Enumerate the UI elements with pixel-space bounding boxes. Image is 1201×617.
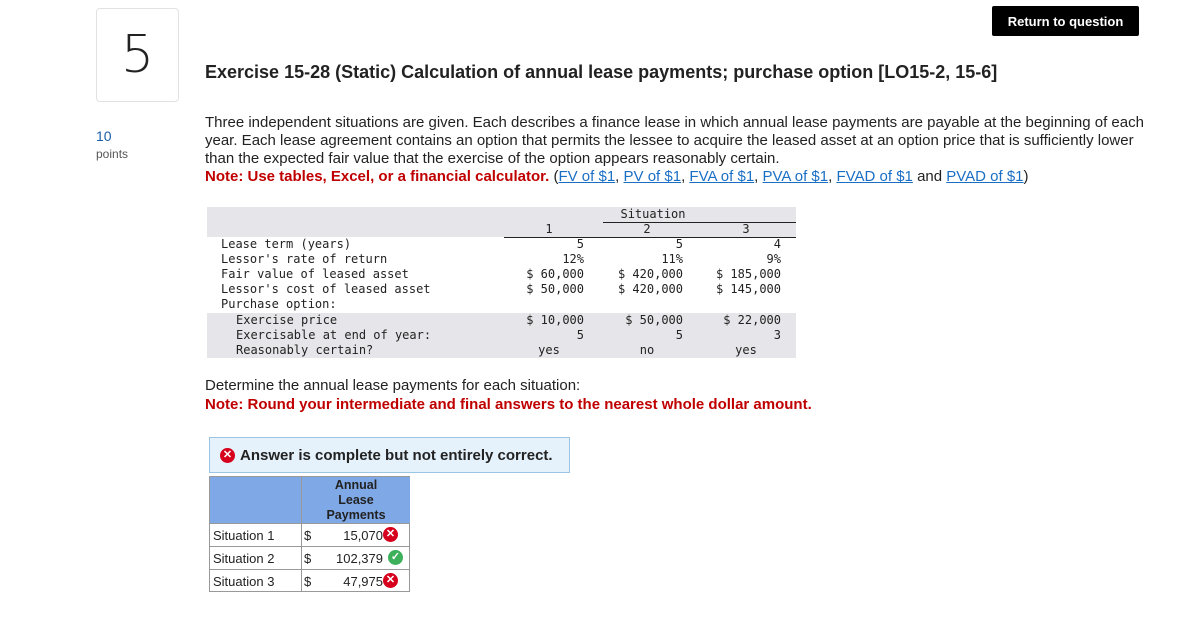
tables-note: Note: Use tables, Excel, or a financial … [205,168,1029,185]
table-row: Lessor's cost of leased asset $ 50,000 $… [221,282,781,296]
table-row: Purchase option: [221,297,337,311]
link-pvad[interactable]: PVAD of $1 [946,168,1023,185]
return-to-question-button[interactable]: Return to question [992,6,1139,36]
table-row: Lease term (years) 5 5 4 [221,237,781,251]
intro-paragraph: Three independent situations are given. … [205,114,1144,167]
situation-group-header: Situation [620,207,686,221]
note-prefix: Note: Use tables, Excel, or a financial … [205,168,550,185]
answer-row-situation-2: Situation 2 $ 102,379 ✓ [210,546,409,569]
determine-instruction: Determine the annual lease payments for … [205,377,581,394]
points-value: 10 [96,128,112,144]
link-fva[interactable]: FVA of $1 [689,168,754,185]
round-note: Note: Round your intermediate and final … [205,396,812,413]
answer-input-situation-2[interactable]: 102,379 [336,551,383,566]
link-pva[interactable]: PVA of $1 [763,168,829,185]
question-number: 5 [120,25,155,85]
table-row: Exercise price $ 10,000 $ 50,000 $ 22,00… [236,313,781,327]
link-fvad[interactable]: FVAD of $1 [836,168,912,185]
answer-input-situation-3[interactable]: 47,975 [343,574,383,589]
answer-row-situation-3: Situation 3 $ 47,975 ✕ [210,569,409,592]
answer-status-banner: ✕ Answer is complete but not entirely co… [209,437,570,473]
incorrect-icon: ✕ [220,447,235,463]
col-header-3: 3 [742,222,750,236]
answer-input-situation-1[interactable]: 15,070 [343,528,383,543]
incorrect-icon: ✕ [383,527,398,542]
table-row: Lessor's rate of return 12% 11% 9% [221,252,781,266]
col-header-2: 2 [643,222,651,236]
situations-table: Situation 1 2 3 Lease term (years) 5 5 4… [207,207,796,358]
answer-status-text: Answer is complete but not entirely corr… [240,446,553,464]
table-row: Fair value of leased asset $ 60,000 $ 42… [221,267,781,281]
question-number-box: 5 [96,8,179,102]
and-text: and [917,168,943,185]
incorrect-icon: ✕ [383,573,398,588]
points-label: points [96,147,129,161]
table-row: Reasonably certain? yes no yes [236,343,757,357]
exercise-title: Exercise 15-28 (Static) Calculation of a… [205,62,998,82]
annual-lease-payments-header: Annual Lease Payments [301,477,410,523]
correct-check-icon: ✓ [388,550,403,565]
answer-table: Annual Lease Payments Situation 1 $ 15,0… [209,476,410,592]
link-fv[interactable]: FV of $1 [558,168,615,185]
answer-row-situation-1: Situation 1 $ 15,070 ✕ [210,523,409,546]
link-pv[interactable]: PV of $1 [624,168,682,185]
table-row: Exercisable at end of year: 5 5 3 [236,328,781,342]
col-header-1: 1 [545,222,553,236]
